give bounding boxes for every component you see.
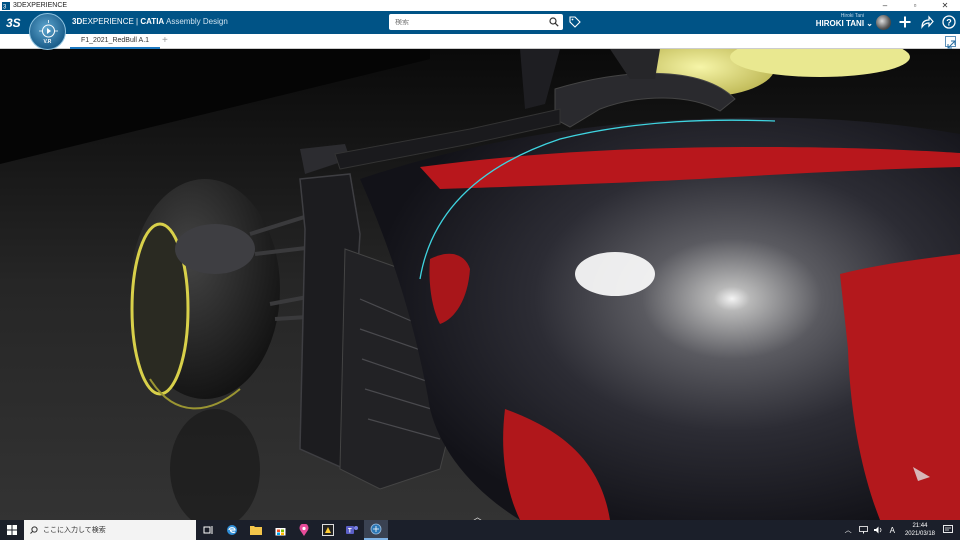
add-tab-button[interactable]: +: [162, 35, 168, 46]
play-icon[interactable]: [30, 14, 67, 51]
car-render: [0, 49, 960, 520]
svg-text:3S: 3S: [6, 16, 21, 30]
search-input[interactable]: [389, 18, 539, 26]
system-tray: ︿ A 21:44 2021/03/18: [841, 520, 960, 540]
brand-app: CATIA: [140, 17, 165, 26]
brand-experience: EXPERIENCE: [82, 17, 134, 26]
minimize-button[interactable]: –: [870, 0, 900, 11]
app-icon: 3: [2, 1, 10, 10]
tyre-shine: [175, 224, 255, 274]
fullscreen-icon[interactable]: [945, 36, 956, 49]
teams-icon[interactable]: T: [340, 520, 364, 540]
maps-pin-icon[interactable]: [292, 520, 316, 540]
3d-viewport[interactable]: ︿: [0, 49, 960, 520]
taskbar-search[interactable]: ここに入力して検索: [24, 520, 196, 540]
share-icon[interactable]: [920, 15, 934, 29]
ime-indicator[interactable]: A: [890, 526, 895, 535]
clock-time: 21:44: [912, 523, 928, 529]
search-icon: [30, 526, 38, 534]
taskbar-search-text: ここに入力して検索: [43, 527, 106, 534]
file-explorer-icon[interactable]: [244, 520, 268, 540]
dassault-logo-icon[interactable]: 3S: [5, 13, 25, 32]
maximize-button[interactable]: ▫: [900, 0, 930, 11]
collapse-toolbar-icon[interactable]: ︿: [473, 510, 482, 520]
windows-taskbar: ここに入力して検索 T ︿ A 21:44 2021/03/18: [0, 520, 960, 540]
svg-text:?: ?: [946, 17, 952, 27]
volume-icon[interactable]: [873, 526, 883, 534]
clock[interactable]: 21:44 2021/03/18: [905, 522, 935, 538]
tag-icon[interactable]: [569, 16, 581, 28]
avatar[interactable]: [876, 15, 891, 30]
clock-date: 2021/03/18: [904, 531, 935, 537]
user-menu[interactable]: Hiroki Tani HIROKI TANI ⌄: [813, 13, 873, 28]
compass-version: V.R: [43, 39, 52, 45]
user-name: HIROKI TANI: [815, 19, 865, 28]
help-icon[interactable]: ?: [942, 15, 956, 29]
app-window: 3 3DEXPERIENCE – ▫ ✕ 3S 3DEXPERIENCE | C…: [0, 0, 960, 540]
notification-icon[interactable]: [943, 525, 954, 535]
specular-highlight: [575, 252, 655, 296]
svg-text:T: T: [348, 529, 352, 535]
brand-module: Assembly Design: [164, 17, 228, 26]
add-icon[interactable]: [898, 15, 912, 29]
task-view-icon[interactable]: [196, 520, 220, 540]
search-icon[interactable]: [549, 17, 559, 27]
tray-expand-icon[interactable]: ︿: [845, 525, 852, 535]
media-app-icon[interactable]: [316, 520, 340, 540]
compass-widget[interactable]: V.R: [29, 13, 66, 50]
close-button[interactable]: ✕: [930, 0, 960, 11]
brand-3d: 3D: [72, 17, 83, 26]
window-title: 3DEXPERIENCE: [13, 2, 68, 9]
chevron-down-icon: ⌄: [866, 19, 873, 28]
top-bar: 3S 3DEXPERIENCE | CATIA Assembly Design …: [0, 11, 960, 34]
tab-f1-2021-redbull[interactable]: F1_2021_RedBull A.1: [70, 34, 160, 49]
edge-icon[interactable]: [220, 520, 244, 540]
os-title-bar: 3 3DEXPERIENCE – ▫ ✕: [0, 0, 960, 11]
store-icon[interactable]: [268, 520, 292, 540]
app-brand: 3DEXPERIENCE | CATIA Assembly Design: [72, 17, 228, 26]
3dexperience-taskbar-icon[interactable]: [364, 520, 388, 540]
search-box[interactable]: [389, 14, 563, 30]
windows-start-icon[interactable]: [0, 520, 24, 540]
network-icon[interactable]: [858, 526, 868, 534]
tab-bar: F1_2021_RedBull A.1 +: [0, 34, 960, 49]
